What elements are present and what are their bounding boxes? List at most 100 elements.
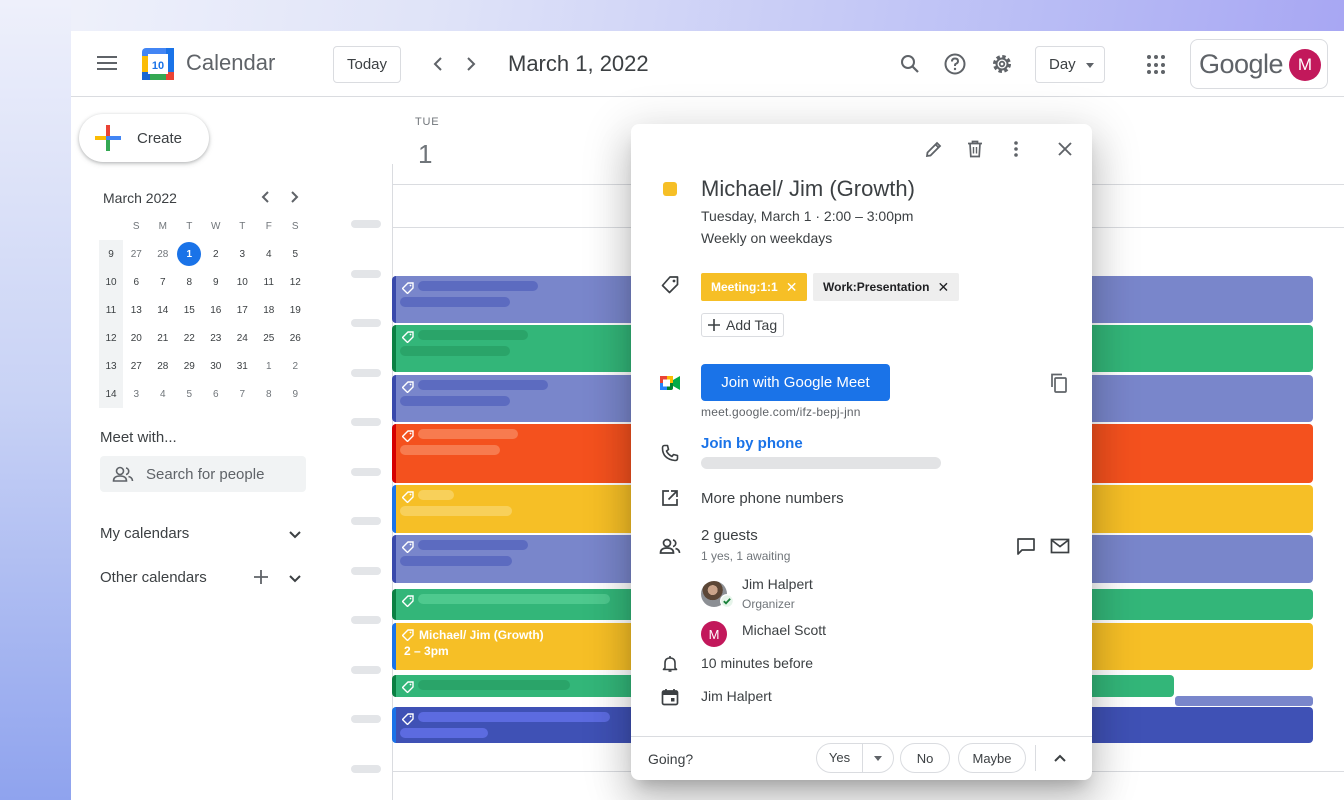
chat-icon[interactable] [1014, 534, 1038, 558]
week-number[interactable]: 14 [99, 380, 123, 408]
guest-name[interactable]: Jim Halpert [742, 576, 813, 592]
mini-day[interactable]: 23 [203, 324, 230, 352]
mini-day[interactable]: 11 [256, 268, 283, 296]
settings-gear-icon[interactable] [989, 51, 1015, 77]
mini-day[interactable]: 5 [176, 380, 203, 408]
bell-icon [658, 652, 682, 676]
mini-day[interactable]: 31 [229, 352, 256, 380]
rsvp-yes-label[interactable]: Yes [817, 744, 863, 772]
mini-day[interactable]: 4 [150, 380, 177, 408]
user-avatar[interactable]: M [1289, 49, 1321, 81]
mini-day[interactable]: 16 [203, 296, 230, 324]
copy-icon[interactable] [1047, 371, 1071, 395]
chevron-up-icon[interactable] [1053, 753, 1067, 763]
tag-chip-work[interactable]: Work:Presentation ✕ [813, 273, 960, 301]
mini-day[interactable]: 6 [203, 380, 230, 408]
mini-day[interactable]: 2 [282, 352, 309, 380]
mini-day[interactable]: 9 [282, 380, 309, 408]
mini-day[interactable]: 8 [256, 380, 283, 408]
chevron-down-icon[interactable] [288, 572, 302, 586]
account-switcher[interactable]: Google M [1190, 39, 1328, 89]
week-number[interactable]: 13 [99, 352, 123, 380]
mini-day[interactable]: 15 [176, 296, 203, 324]
google-apps-icon[interactable] [1147, 55, 1167, 75]
mini-day[interactable]: 7 [150, 268, 177, 296]
mini-day[interactable]: 7 [229, 380, 256, 408]
mini-day[interactable]: 14 [150, 296, 177, 324]
day-number[interactable]: 1 [418, 139, 432, 170]
mini-day[interactable]: 17 [229, 296, 256, 324]
event-block[interactable] [1175, 696, 1313, 706]
delete-trash-icon[interactable] [963, 137, 987, 161]
remove-tag-icon[interactable]: ✕ [786, 279, 798, 296]
selected-day[interactable]: 1 [177, 242, 202, 266]
rsvp-maybe-button[interactable]: Maybe [958, 743, 1026, 773]
help-icon[interactable] [942, 51, 968, 77]
mini-day[interactable]: 2 [203, 240, 230, 268]
mini-day[interactable]: 4 [256, 240, 283, 268]
add-calendar-plus-icon[interactable] [254, 570, 268, 584]
rsvp-options-caret-icon[interactable] [863, 755, 893, 761]
mini-day[interactable]: 28 [150, 240, 177, 268]
search-icon[interactable] [897, 51, 923, 77]
mini-day[interactable]: 21 [150, 324, 177, 352]
mini-day[interactable]: 22 [176, 324, 203, 352]
mini-day[interactable]: 26 [282, 324, 309, 352]
mini-next-month-button[interactable] [285, 187, 305, 207]
mini-day[interactable]: 10 [229, 268, 256, 296]
main-menu-icon[interactable] [97, 53, 119, 75]
rsvp-yes-button[interactable]: Yes [816, 743, 894, 773]
rsvp-no-button[interactable]: No [900, 743, 950, 773]
join-by-phone-link[interactable]: Join by phone [701, 435, 803, 452]
edit-pencil-icon[interactable] [922, 137, 946, 161]
week-number[interactable]: 11 [99, 296, 123, 324]
mini-day[interactable]: 27 [123, 240, 150, 268]
mini-day[interactable]: 30 [203, 352, 230, 380]
view-selector-dropdown[interactable]: Day [1035, 46, 1105, 83]
close-icon[interactable] [1053, 137, 1077, 161]
mini-day[interactable]: 12 [282, 268, 309, 296]
tag-icon [402, 713, 414, 725]
mini-day[interactable]: 1 [176, 240, 203, 268]
more-options-icon[interactable] [1004, 137, 1028, 161]
today-button[interactable]: Today [333, 46, 401, 83]
add-tag-button[interactable]: Add Tag [701, 313, 785, 337]
my-calendars-heading[interactable]: My calendars [100, 525, 189, 542]
other-calendars-heading[interactable]: Other calendars [100, 569, 207, 586]
create-button[interactable]: Create [79, 114, 209, 162]
guest-name[interactable]: Michael Scott [742, 622, 826, 638]
email-icon[interactable] [1048, 534, 1072, 558]
tag-icon [402, 381, 414, 393]
mini-day[interactable]: 1 [256, 352, 283, 380]
mini-calendar-weeks: 9 27 28 1 2 3 4 5 10 6 7 8 9 10 11 12 11 13 14 15 16 17 18 19 12… [99, 240, 311, 408]
mini-day[interactable]: 25 [256, 324, 283, 352]
week-number[interactable]: 9 [99, 240, 123, 268]
mini-day[interactable]: 27 [123, 352, 150, 380]
guest-role: Organizer [742, 597, 795, 611]
mini-day[interactable]: 20 [123, 324, 150, 352]
more-phone-numbers-link[interactable]: More phone numbers [701, 490, 844, 507]
mini-day[interactable]: 13 [123, 296, 150, 324]
mini-prev-month-button[interactable] [255, 187, 275, 207]
week-number[interactable]: 12 [99, 324, 123, 352]
next-day-button[interactable] [460, 53, 482, 75]
mini-day[interactable]: 18 [256, 296, 283, 324]
mini-day[interactable]: 3 [229, 240, 256, 268]
search-people-input[interactable]: Search for people [100, 456, 306, 492]
mini-day[interactable]: 6 [123, 268, 150, 296]
week-number[interactable]: 10 [99, 268, 123, 296]
mini-day[interactable]: 5 [282, 240, 309, 268]
chevron-down-icon[interactable] [288, 528, 302, 542]
mini-day[interactable]: 24 [229, 324, 256, 352]
join-meet-button[interactable]: Join with Google Meet [701, 364, 890, 401]
mini-day[interactable]: 19 [282, 296, 309, 324]
mini-day[interactable]: 3 [123, 380, 150, 408]
mini-day[interactable]: 29 [176, 352, 203, 380]
meet-url[interactable]: meet.google.com/ifz-bepj-jnn [701, 405, 861, 419]
remove-tag-icon[interactable]: ✕ [937, 279, 949, 296]
mini-day[interactable]: 9 [203, 268, 230, 296]
mini-day[interactable]: 8 [176, 268, 203, 296]
tag-chip-meeting[interactable]: Meeting:1:1 ✕ [701, 273, 808, 301]
prev-day-button[interactable] [427, 53, 449, 75]
mini-day[interactable]: 28 [150, 352, 177, 380]
